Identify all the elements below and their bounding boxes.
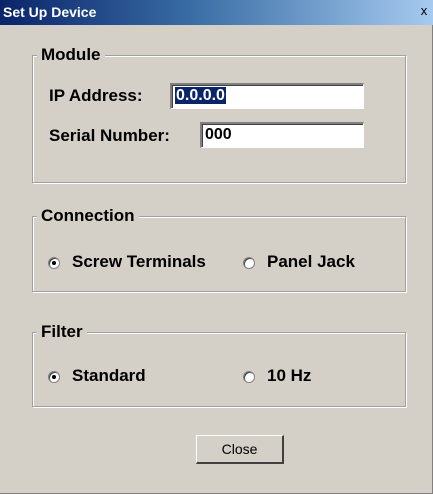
- screw-terminals-label: Screw Terminals: [72, 252, 206, 271]
- serial-number-input[interactable]: 000: [200, 122, 364, 148]
- ip-address-input[interactable]: 0.0.0.0: [170, 83, 364, 109]
- radio-button-icon: [48, 371, 60, 383]
- radio-selected-dot: [52, 375, 56, 379]
- serial-number-label: Serial Number:: [49, 126, 170, 145]
- module-group: Module: [32, 45, 406, 183]
- serial-number-value: 000: [205, 126, 232, 143]
- panel-jack-label: Panel Jack: [267, 252, 355, 271]
- close-button[interactable]: Close: [196, 435, 284, 464]
- 10-hz-label: 10 Hz: [267, 366, 312, 385]
- radio-selected-dot: [52, 261, 56, 265]
- radio-button-icon: [243, 371, 255, 383]
- connection-legend: Connection: [37, 206, 139, 226]
- window-title: Set Up Device: [3, 4, 97, 20]
- module-legend: Module: [37, 45, 105, 65]
- radio-button-icon: [243, 257, 255, 269]
- filter-legend: Filter: [37, 322, 87, 342]
- ip-address-value: 0.0.0.0: [175, 87, 226, 104]
- set-up-device-dialog: Set Up Device x Module IP Address: 0.0.0…: [0, 0, 433, 494]
- close-icon[interactable]: x: [418, 3, 430, 19]
- title-bar[interactable]: Set Up Device x: [0, 0, 433, 25]
- radio-button-icon: [48, 257, 60, 269]
- standard-label: Standard: [72, 366, 146, 385]
- ip-address-label: IP Address:: [49, 86, 143, 105]
